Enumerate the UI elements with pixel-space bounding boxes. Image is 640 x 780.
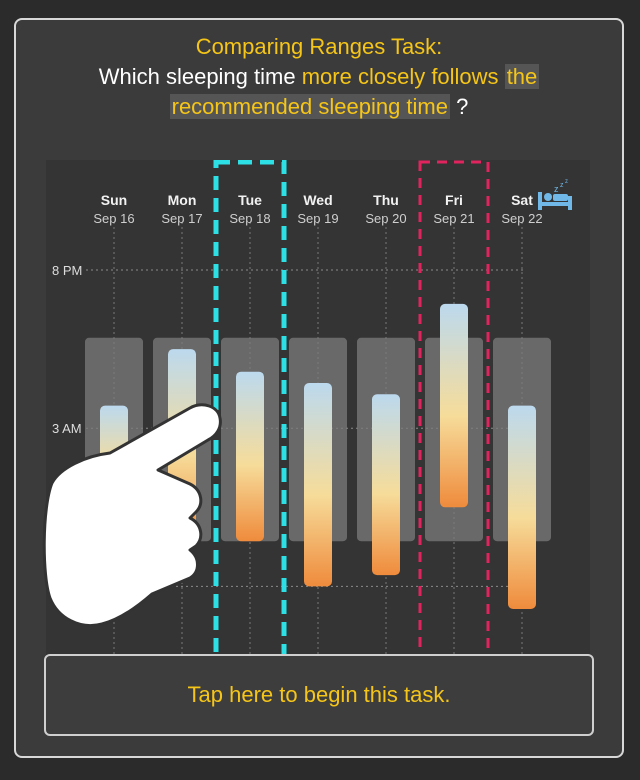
question-prefix: Which sleeping time (98, 64, 296, 89)
begin-task-label: Tap here to begin this task. (187, 682, 451, 707)
task-title: Comparing Ranges Task: (195, 34, 443, 59)
date-label: Sep 21 (433, 211, 474, 226)
day-label: Mon (168, 192, 197, 208)
svg-text:z: z (554, 184, 559, 194)
actual-sleep-bar (304, 383, 332, 587)
sleep-bed-icon: z z z (538, 179, 572, 210)
actual-sleep-bar (508, 405, 536, 609)
date-label: Sep 19 (297, 211, 338, 226)
actual-sleep-bar (372, 394, 400, 576)
question-suffix: ? (456, 94, 469, 119)
date-label: Sep 20 (365, 211, 406, 226)
day-label: Sat (511, 192, 533, 208)
date-label: Sep 18 (229, 211, 270, 226)
day-label: Thu (373, 192, 399, 208)
date-label: Sep 17 (161, 211, 202, 226)
day-label: Sun (101, 192, 127, 208)
task-header: Comparing Ranges Task: Which sleeping ti… (16, 32, 622, 122)
svg-text:z: z (560, 182, 564, 189)
date-label: Sep 22 (501, 211, 542, 226)
day-label: Wed (303, 192, 332, 208)
question-highlight-2a: the (504, 64, 540, 89)
begin-task-button[interactable]: Tap here to begin this task. (44, 654, 594, 736)
date-label: Sep 16 (93, 211, 134, 226)
day-label: Fri (445, 192, 463, 208)
svg-text:z: z (565, 179, 568, 185)
actual-sleep-bar (236, 371, 264, 542)
y-tick-label: 8 PM (52, 263, 82, 278)
question-highlight-1: more closely follows (301, 64, 499, 89)
actual-sleep-bar (440, 303, 468, 508)
question-highlight-2b: recommended sleeping time (169, 94, 450, 119)
tap-hand-icon (42, 403, 222, 627)
day-label: Tue (238, 192, 262, 208)
